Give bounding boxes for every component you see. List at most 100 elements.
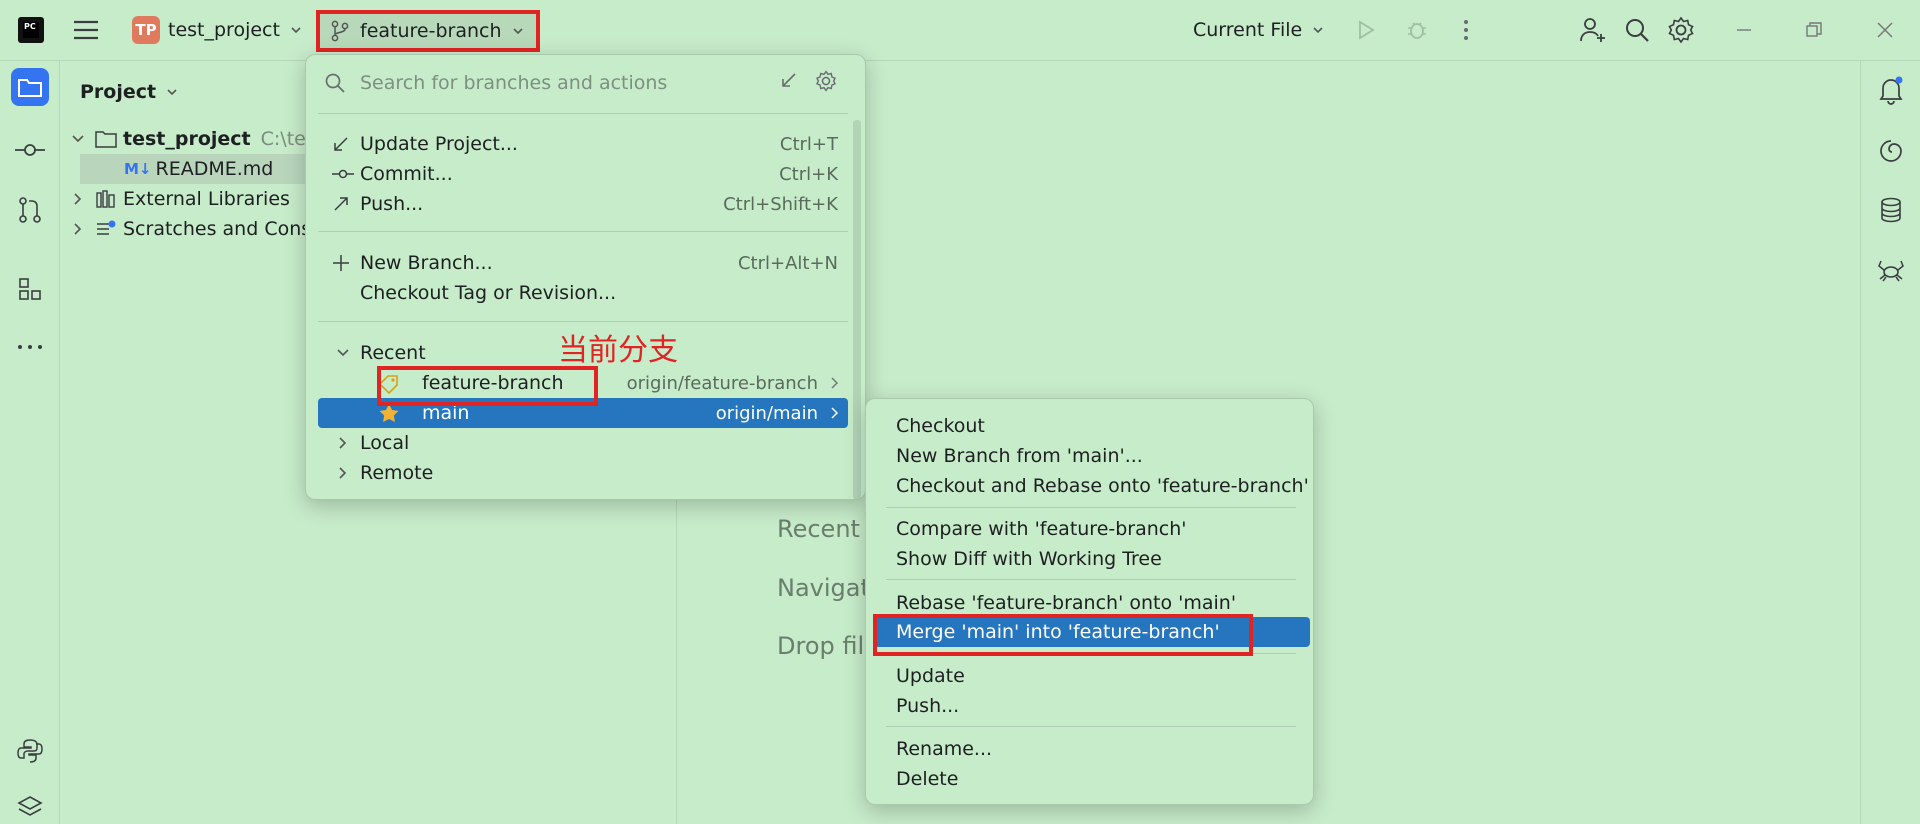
menu-item-checkout-tag[interactable]: Checkout Tag or Revision... (318, 278, 848, 308)
branch-search-field[interactable]: Search for branches and actions (324, 65, 844, 101)
layers-icon (17, 796, 43, 816)
menu-item-update-project[interactable]: Update Project... Ctrl+T (318, 129, 848, 159)
folder-icon (18, 79, 42, 97)
python-packages-button[interactable] (11, 788, 49, 824)
project-selector[interactable]: TP test_project (132, 10, 302, 50)
tree-node-external-libraries[interactable]: External Libraries (71, 184, 290, 214)
chevron-down-icon (291, 27, 301, 34)
submenu-item-update[interactable]: Update (874, 661, 1310, 691)
pull-requests-tool-button[interactable] (11, 191, 49, 229)
separator (318, 321, 848, 322)
group-remote[interactable]: Remote (318, 458, 848, 488)
submenu-item-label: Checkout (896, 415, 985, 437)
submenu-item-label: Compare with 'feature-branch' (896, 518, 1187, 540)
tree-node-label: test_project (123, 128, 251, 150)
branch-search-placeholder: Search for branches and actions (360, 72, 668, 94)
more-vertical-icon (1464, 20, 1468, 40)
database-button[interactable] (1872, 191, 1910, 229)
run-button[interactable] (1355, 10, 1377, 50)
run-config-selector[interactable]: Current File (1193, 10, 1324, 50)
menu-item-label: Update Project... (360, 133, 518, 155)
star-icon (379, 404, 399, 422)
arrow-collapse-icon (782, 73, 796, 87)
ai-assistant-button[interactable] (1872, 132, 1910, 170)
popup-settings-button[interactable] (815, 70, 837, 92)
popup-scrollbar[interactable] (853, 120, 861, 499)
submenu-item-compare[interactable]: Compare with 'feature-branch' (874, 514, 1310, 544)
collapse-popup-button[interactable] (777, 70, 799, 92)
tree-node-label: README.md (155, 158, 274, 180)
search-everywhere-button[interactable] (1623, 10, 1651, 50)
group-label: Local (360, 432, 410, 454)
menu-item-shortcut: Ctrl+T (779, 133, 838, 155)
minimize-icon (1737, 29, 1751, 31)
hamburger-icon (74, 20, 98, 40)
menu-item-commit[interactable]: Commit... Ctrl+K (318, 159, 848, 189)
submenu-item-rename[interactable]: Rename... (874, 734, 1310, 764)
submenu-item-delete[interactable]: Delete (874, 764, 1310, 794)
submenu-item-checkout-and-rebase[interactable]: Checkout and Rebase onto 'feature-branch… (874, 471, 1310, 501)
add-user-icon (1580, 18, 1605, 42)
separator (886, 726, 1296, 727)
menu-item-shortcut: Ctrl+Alt+N (737, 252, 838, 274)
menu-item-push[interactable]: Push... Ctrl+Shift+K (318, 189, 848, 219)
tree-node-root[interactable]: test_project C:\tes (71, 124, 316, 154)
tree-node-scratches[interactable]: Scratches and Cons (71, 214, 311, 244)
gear-icon (1668, 16, 1694, 44)
submenu-item-push[interactable]: Push... (874, 691, 1310, 721)
project-name: test_project (168, 19, 280, 41)
debug-button[interactable] (1405, 10, 1429, 50)
structure-tool-button[interactable] (11, 270, 49, 308)
notifications-button[interactable] (1872, 71, 1910, 109)
library-icon (96, 190, 115, 208)
run-icon (1359, 20, 1375, 40)
tree-node-label: External Libraries (123, 188, 290, 210)
editor-hint-navigation: Navigat (777, 574, 870, 602)
submenu-item-show-diff[interactable]: Show Diff with Working Tree (874, 544, 1310, 574)
branch-remote: origin/feature-branch (626, 372, 818, 394)
submenu-item-new-branch-from[interactable]: New Branch from 'main'... (874, 441, 1310, 471)
main-menu-button[interactable] (72, 10, 100, 50)
close-window-button[interactable] (1876, 10, 1894, 50)
submenu-item-label: Show Diff with Working Tree (896, 548, 1162, 570)
separator (318, 231, 848, 232)
more-tools-button[interactable] (11, 328, 49, 366)
editor-hint-drop-files: Drop fil (777, 632, 865, 660)
submenu-item-checkout[interactable]: Checkout (874, 411, 1310, 441)
submenu-item-label: Update (896, 665, 965, 687)
close-icon (1877, 22, 1893, 38)
code-with-me-button[interactable] (1578, 10, 1608, 50)
separator (886, 507, 1296, 508)
pycharm-logo-icon: PC (18, 17, 44, 43)
menu-item-label: Push... (360, 193, 424, 215)
project-tool-button[interactable] (11, 68, 49, 106)
crab-icon (1878, 260, 1904, 282)
menu-item-new-branch[interactable]: New Branch... Ctrl+Alt+N (318, 248, 848, 278)
bell-icon (1879, 76, 1903, 105)
title-bar: PC TP test_project feature-branch Curren… (0, 0, 1920, 61)
chevron-down-icon (167, 89, 177, 96)
tree-node-readme[interactable]: M↓ README.md (80, 154, 330, 184)
search-icon (325, 73, 345, 93)
pull-request-icon (19, 197, 41, 223)
branch-widget-button[interactable]: feature-branch (316, 10, 540, 52)
annotation-current-branch: 当前分支 (558, 333, 678, 368)
separator (886, 579, 1296, 580)
separator (318, 113, 848, 114)
commit-tool-button[interactable] (11, 131, 49, 169)
group-local[interactable]: Local (318, 428, 848, 458)
minimize-window-button[interactable] (1735, 10, 1753, 50)
chevron-right-icon (831, 407, 839, 419)
submenu-item-label: Delete (896, 768, 959, 790)
restore-window-button[interactable] (1805, 10, 1823, 50)
chevron-down-icon (1313, 27, 1323, 34)
more-actions-button[interactable] (1462, 10, 1470, 50)
submenu-item-label: Rebase 'feature-branch' onto 'main' (896, 592, 1237, 614)
project-view-selector[interactable]: Project (80, 81, 178, 103)
editor-hint-recent: Recent (777, 515, 860, 543)
python-console-button[interactable] (11, 732, 49, 770)
gear-icon (815, 70, 837, 92)
menu-item-label: Checkout Tag or Revision... (360, 282, 617, 304)
crab-plugin-button[interactable] (1872, 251, 1910, 289)
settings-button[interactable] (1667, 10, 1695, 50)
